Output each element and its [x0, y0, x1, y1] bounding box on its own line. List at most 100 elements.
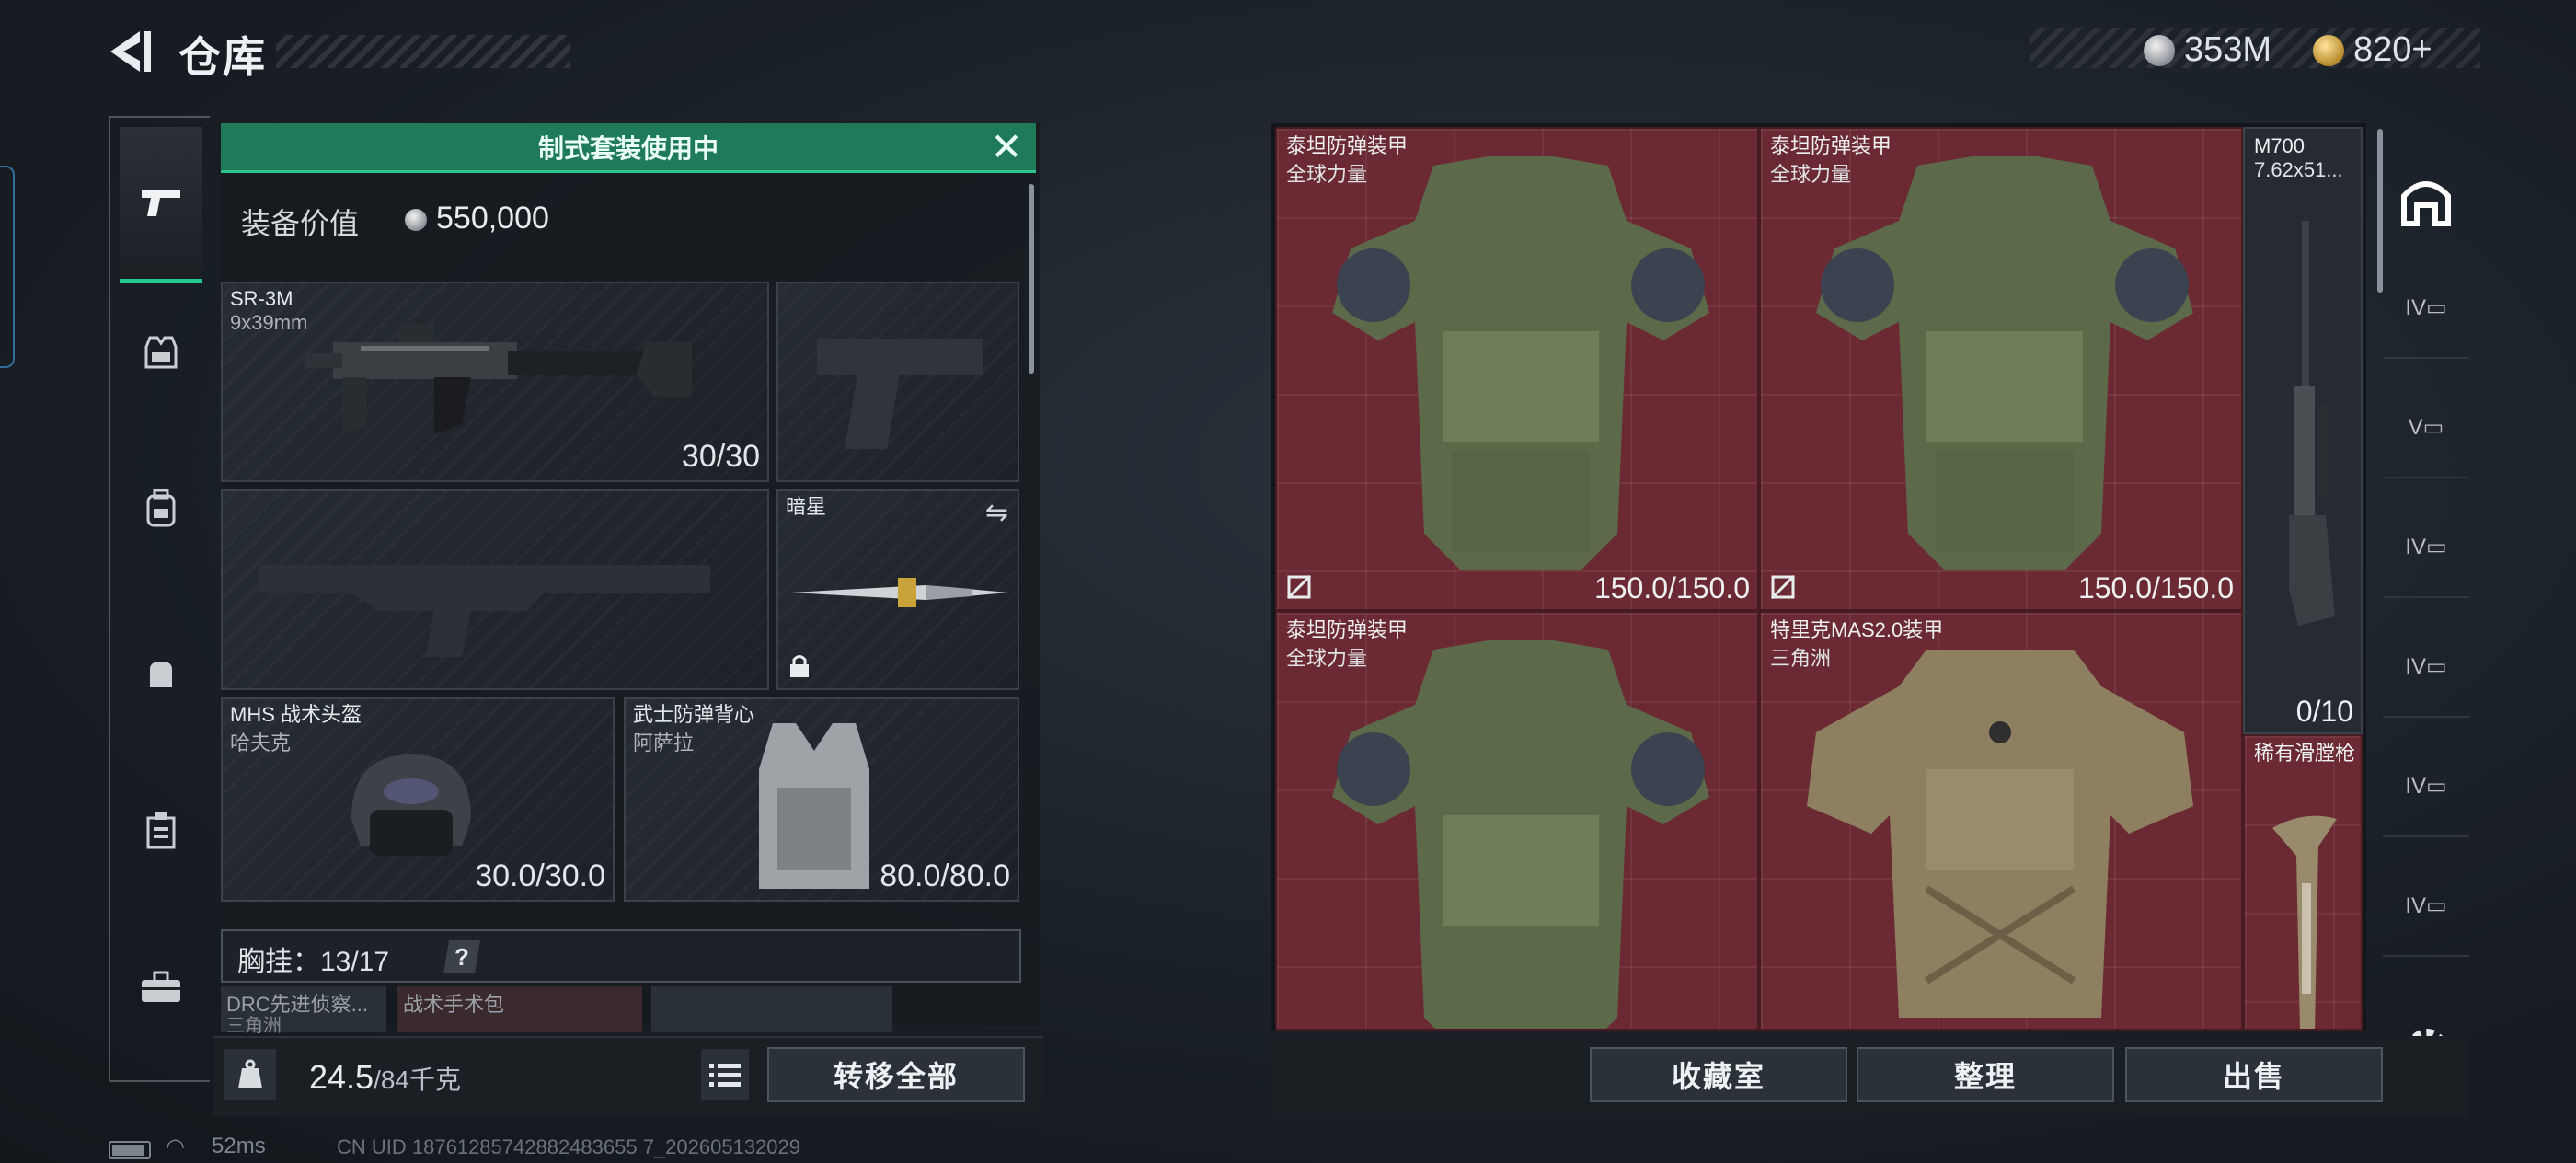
item-name: 特里克MAS2.0装甲 [1770, 618, 1944, 641]
weight-value: 24.5 [309, 1058, 374, 1096]
loadout-scrollbar[interactable] [1029, 184, 1034, 374]
no-insure-icon [1770, 574, 1796, 600]
item-name: 泰坦防弹装甲 [1286, 618, 1409, 641]
transfer-all-button[interactable]: 转移全部 [767, 1047, 1025, 1102]
stash-item[interactable]: 泰坦防弹装甲 全球力量 [1275, 611, 1759, 1031]
gold-currency[interactable]: 820+ [2313, 29, 2432, 70]
vest-icon [144, 336, 178, 369]
stash-page-4[interactable]: IV▭ [2383, 258, 2469, 359]
equipment-value-number: 550,000 [436, 201, 549, 236]
rig-slot-2[interactable]: 战术手术包 [397, 986, 642, 1032]
sort-button[interactable]: 整理 [1857, 1047, 2114, 1102]
tab-pouch[interactable] [120, 633, 202, 716]
wifi-icon: ◠ [166, 1134, 185, 1159]
vest-icon [759, 723, 869, 889]
preset-banner: 制式套装使用中 [221, 123, 1036, 173]
weight-icon [224, 1049, 276, 1100]
helmet-map: 哈夫克 [230, 731, 292, 754]
helmet-durability: 30.0/30.0 [475, 858, 605, 893]
close-icon[interactable]: ✕ [988, 128, 1025, 167]
rig-slot-1[interactable]: DRC先进侦察... 三角洲 [221, 986, 386, 1036]
item-name: M700 [2254, 134, 2306, 157]
musket-icon [2272, 815, 2337, 1029]
swap-icon[interactable]: ⇋ [985, 497, 1008, 529]
rig-slot-3[interactable] [651, 986, 892, 1032]
item-ammo: 7.62x51... [2254, 158, 2343, 181]
equipment-value-label: 装备价值 [241, 207, 360, 240]
helmet-icon [351, 754, 471, 856]
rig-item-map: 三角洲 [226, 1016, 282, 1036]
ping: 52ms [212, 1134, 266, 1158]
tab-toolbox[interactable] [120, 946, 202, 1029]
back-arrow-icon [110, 31, 151, 72]
chest-rig-count: 13/17 [320, 947, 390, 977]
tab-weapons[interactable] [120, 127, 202, 283]
item-ammo-count: 0/10 [2295, 695, 2353, 728]
page-title: 仓库 [178, 33, 267, 81]
stash-page-5[interactable]: V▭ [2383, 377, 2469, 478]
helmet-slot[interactable]: MHS 战术头盔 哈夫克 30.0/30.0 [221, 697, 615, 902]
item-name: 泰坦防弹装甲 [1770, 134, 1892, 157]
weight-max: /84千克 [374, 1065, 462, 1094]
armor-name: 武士防弹背心 [633, 703, 755, 726]
armor-durability: 80.0/80.0 [880, 858, 1010, 893]
tab-container[interactable] [120, 789, 202, 872]
armor-map: 阿萨拉 [633, 731, 695, 754]
stash-item[interactable]: 特里克MAS2.0装甲 三角洲 [1759, 611, 2243, 1031]
item-map: 全球力量 [1286, 163, 1368, 186]
pistol-slot[interactable] [776, 282, 1019, 482]
help-button[interactable]: ? [443, 940, 480, 973]
titan-armor-icon [1332, 640, 1709, 1029]
stash-page-4d[interactable]: IV▭ [2383, 736, 2469, 837]
weapon-name: SR-3M [230, 287, 293, 310]
stash-item[interactable]: 泰坦防弹装甲 全球力量 150.0/150.0 [1275, 127, 1759, 611]
rig-item-name: 战术手术包 [403, 993, 505, 1016]
no-insure-icon [1286, 574, 1312, 600]
secondary-weapon-slot[interactable] [221, 489, 769, 690]
rifle-placeholder-icon [259, 565, 710, 657]
item-durability: 150.0/150.0 [2077, 571, 2234, 605]
collection-button[interactable]: 收藏室 [1590, 1047, 1847, 1102]
lock-icon [788, 653, 813, 679]
silver-currency[interactable]: 353M [2144, 29, 2271, 70]
battery-icon [109, 1141, 151, 1159]
stash-item[interactable]: 泰坦防弹装甲 全球力量 150.0/150.0 [1759, 127, 2243, 611]
stash-page-4c[interactable]: IV▭ [2383, 616, 2469, 718]
sell-button[interactable]: 出售 [2125, 1047, 2383, 1102]
container-icon [146, 812, 176, 849]
equipment-value: 550,000 [405, 201, 549, 236]
gold-amount: 820+ [2353, 30, 2432, 70]
back-button[interactable] [103, 24, 158, 79]
stash-page-4e[interactable]: IV▭ [2383, 856, 2469, 957]
carry-weight: 24.5/84千克 [309, 1058, 461, 1097]
helmet-name: MHS 战术头盔 [230, 703, 362, 726]
item-durability: 150.0/150.0 [1593, 571, 1750, 605]
item-map: 全球力量 [1770, 163, 1852, 186]
armor-slot[interactable]: 武士防弹背心 阿萨拉 80.0/80.0 [624, 697, 1019, 902]
chest-rig-title: 胸挂： [237, 947, 320, 977]
tab-armor[interactable] [120, 311, 202, 394]
weapon-ammo-count: 30/30 [681, 439, 760, 474]
item-map: 全球力量 [1286, 647, 1368, 670]
gold-coin-icon [2313, 34, 2344, 66]
stash-item[interactable]: 稀有滑膛枪 [2243, 734, 2363, 1031]
stash-page-rail: IV▭ V▭ IV▭ IV▭ IV▭ IV▭ [2383, 156, 2469, 985]
chest-rig-label: 胸挂：13/17 [237, 938, 389, 979]
list-view-button[interactable] [701, 1049, 749, 1100]
weapon-ammo: 9x39mm [230, 311, 308, 334]
titan-armor-icon [1816, 156, 2193, 570]
title-decoration [276, 35, 570, 68]
trek-armor-icon [1807, 650, 2193, 1018]
silver-amount: 353M [2184, 30, 2272, 70]
backpack-icon [146, 489, 176, 527]
tab-backpack[interactable] [120, 467, 202, 550]
primary-weapon-slot[interactable]: SR-3M 9x39mm 30/30 [221, 282, 769, 482]
stash-item[interactable]: M700 7.62x51... 0/10 [2243, 127, 2363, 734]
user-uid: CN UID 18761285742882483655 7_2026051320… [337, 1135, 801, 1158]
stash-page-4b[interactable]: IV▭ [2383, 497, 2469, 598]
silver-coin-icon [405, 209, 427, 232]
item-name: 泰坦防弹装甲 [1286, 134, 1409, 157]
m700-rifle-icon [2289, 221, 2335, 626]
edge-handle[interactable] [0, 166, 15, 368]
melee-slot[interactable]: 暗星 ⇋ [776, 489, 1019, 690]
